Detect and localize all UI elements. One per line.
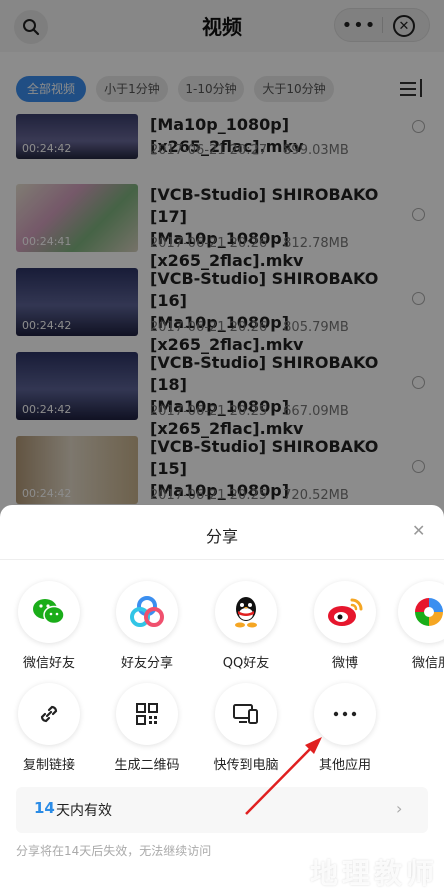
watermark: 地理教师 bbox=[250, 848, 440, 892]
annotation-arrow bbox=[245, 737, 322, 815]
watermark-logo-icon bbox=[262, 850, 299, 890]
watermark-text: 地理教师 bbox=[310, 857, 439, 890]
